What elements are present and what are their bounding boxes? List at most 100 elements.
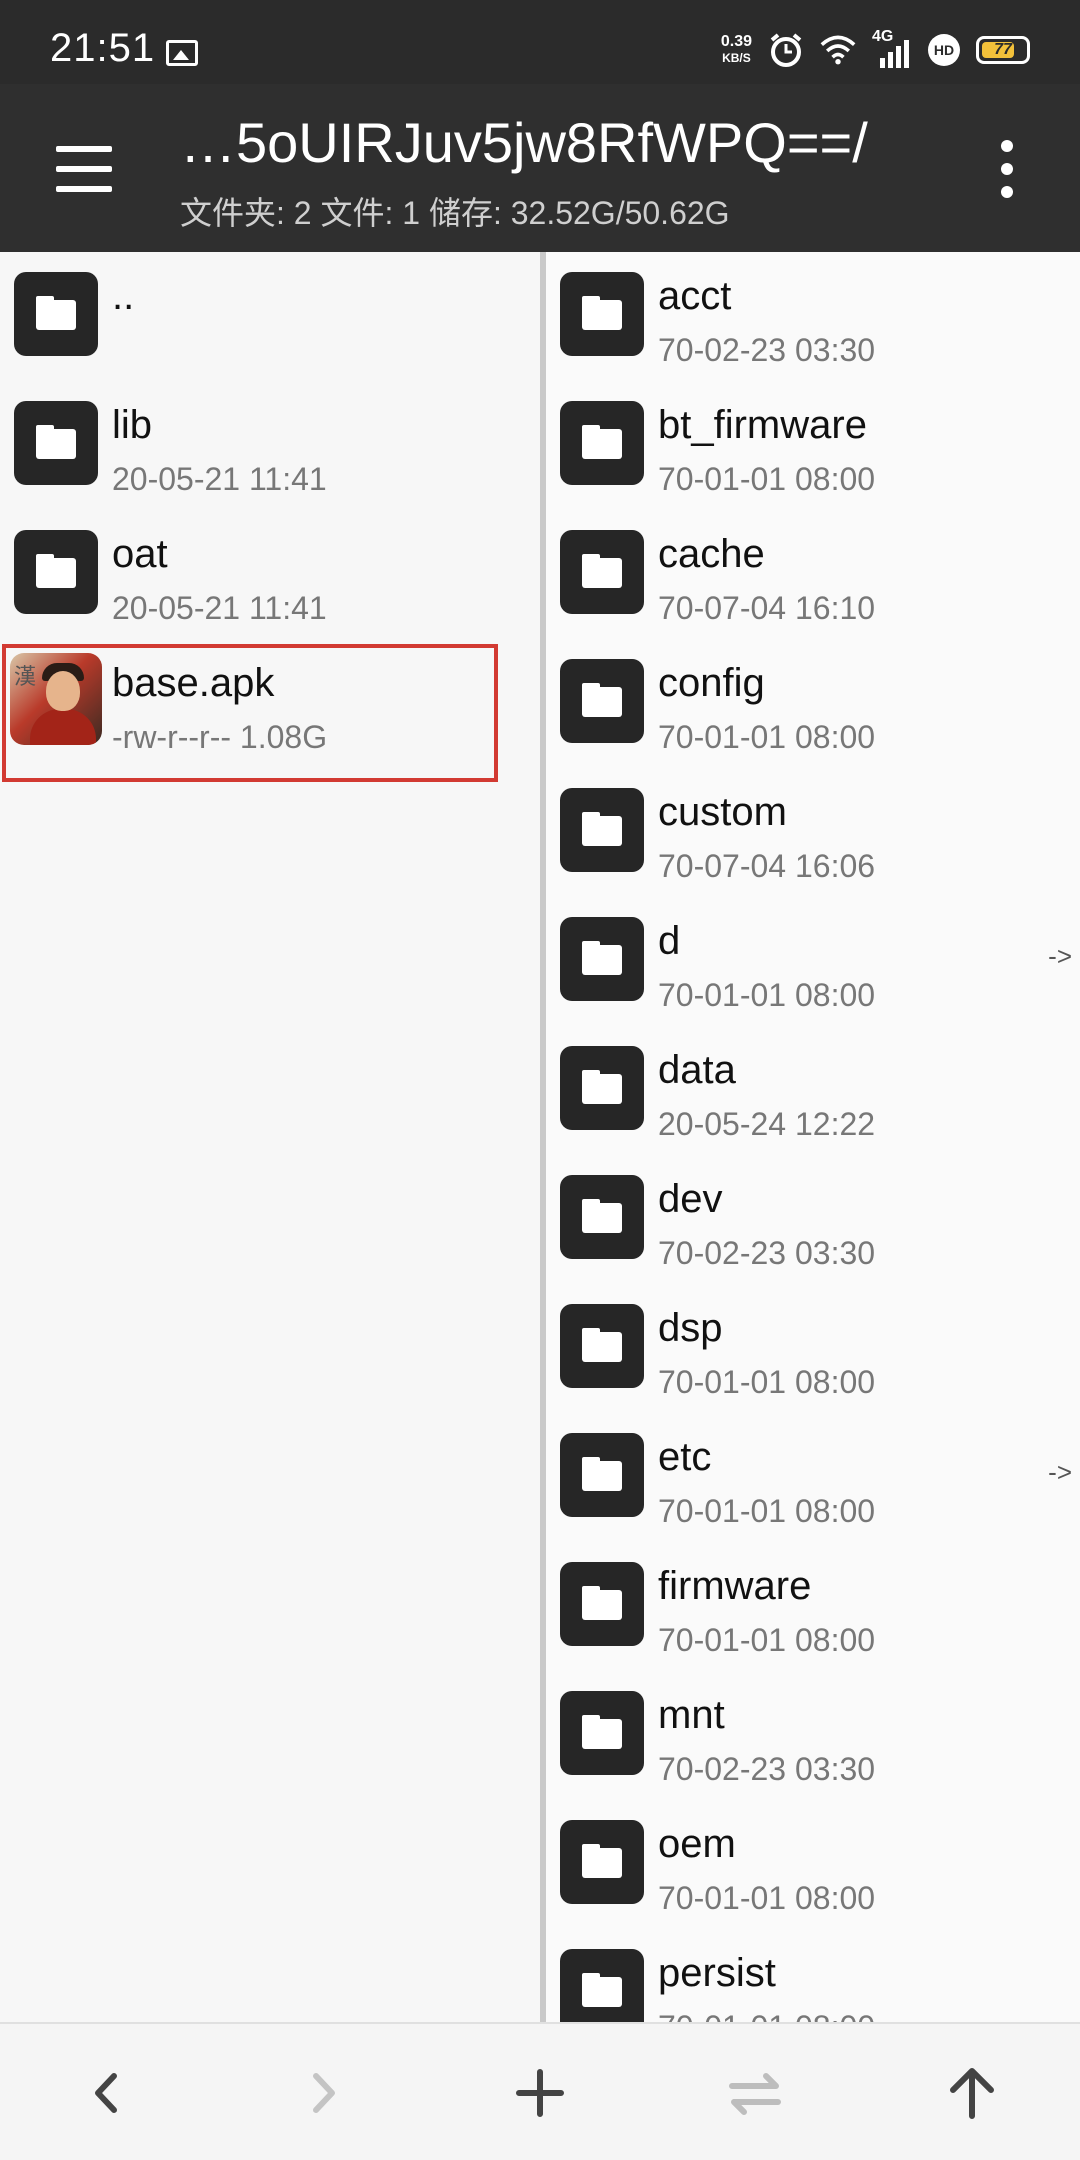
file-list-item[interactable]: bt_firmware 70-01-01 08:00 [546,381,1080,510]
more-vert-icon [1001,140,1013,152]
battery-level: 77 [994,41,1012,58]
file-name: etc [658,1435,712,1479]
file-list-item[interactable]: config 70-01-01 08:00 [546,639,1080,768]
file-name: lib [112,403,153,447]
file-list-item[interactable]: oem 70-01-01 08:00 [546,1800,1080,1929]
file-meta: 70-01-01 08:00 [658,1493,876,1529]
file-meta: 70-01-01 08:00 [658,1622,876,1658]
file-list-item[interactable]: etc 70-01-01 08:00 -> [546,1413,1080,1542]
up-icon [950,2068,994,2119]
more-vert-dot [1001,163,1013,175]
file-name: custom [658,790,787,834]
file-name: persist [658,1951,776,1995]
folder-icon [560,917,644,1001]
file-list-item[interactable]: lib 20-05-21 11:41 [0,381,540,510]
selection-highlight [2,644,498,782]
folder-icon [14,530,98,614]
signal-icon: 4G [872,28,912,68]
back-icon [95,2073,117,2113]
folder-icon [560,788,644,872]
forward-icon [313,2073,335,2113]
folder-icon [560,1433,644,1517]
right-file-pane[interactable]: acct 70-02-23 03:30 bt_firmware 70-01-01 08… [540,252,1080,2022]
file-meta: 70-02-23 03:30 [658,1235,876,1271]
app-bar: …5oUIRJuv5jw8RfWPQ==/ 文件夹: 2 文件: 1 储存: 3… [0,84,1080,252]
file-list-item[interactable]: dsp 70-01-01 08:00 [546,1284,1080,1413]
wifi-icon [820,35,856,65]
current-path[interactable]: …5oUIRJuv5jw8RfWPQ==/ [180,110,868,175]
file-list-item[interactable]: acct 70-02-23 03:30 [546,252,1080,381]
folder-icon [560,272,644,356]
folder-icon [560,1562,644,1646]
more-vert-dot [1001,186,1013,198]
right-file-list: acct 70-02-23 03:30 bt_firmware 70-01-01 08… [546,252,1080,2022]
file-meta: 70-01-01 08:00 [658,977,876,1013]
file-name: mnt [658,1693,725,1737]
file-meta: 70-02-23 03:30 [658,332,876,368]
add-button[interactable] [505,2058,575,2128]
bottom-toolbar [0,2022,1080,2160]
symlink-indicator: -> [1048,941,1072,971]
file-name: bt_firmware [658,403,867,447]
file-name: cache [658,532,765,576]
folder-icon [14,401,98,485]
file-list-item[interactable]: .. [0,252,540,381]
hamburger-icon [56,146,112,152]
folder-icon [560,530,644,614]
folder-icon [560,1949,644,2022]
file-meta: 20-05-21 11:41 [112,461,327,497]
swap-panes-button[interactable] [720,2058,790,2128]
file-list-item[interactable]: firmware 70-01-01 08:00 [546,1542,1080,1671]
file-list-item[interactable]: dev 70-02-23 03:30 [546,1155,1080,1284]
file-name: dev [658,1177,723,1221]
hd-icon: HD [928,34,960,66]
file-meta: 70-07-04 16:10 [658,590,876,626]
file-list-item[interactable]: persist 70-01-01 08:00 [546,1929,1080,2022]
file-name: d [658,919,681,963]
folder-icon [560,659,644,743]
folder-icon [560,1691,644,1775]
status-icons: 0.39 KB/S 4G HD 77 [721,28,1030,70]
folder-icon [560,1820,644,1904]
file-list-item[interactable]: cache 70-07-04 16:10 [546,510,1080,639]
file-meta: 70-01-01 08:00 [658,2009,875,2022]
file-list-item[interactable]: data 20-05-24 12:22 [546,1026,1080,1155]
folder-icon [560,1304,644,1388]
forward-button[interactable] [288,2058,358,2128]
file-meta: 70-07-04 16:06 [658,848,876,884]
file-list-item[interactable]: custom 70-07-04 16:06 [546,768,1080,897]
file-name: oat [112,532,168,576]
file-name: dsp [658,1306,723,1350]
back-button[interactable] [72,2058,142,2128]
folder-icon [560,1046,644,1130]
alarm-icon [770,33,802,67]
overflow-menu-button[interactable] [990,134,1026,204]
file-meta: 70-02-23 03:30 [658,1751,876,1787]
up-directory-button[interactable] [937,2058,1007,2128]
file-meta: 70-01-01 08:00 [658,1364,876,1400]
folder-icon [14,272,98,356]
file-list-item[interactable]: d 70-01-01 08:00 -> [546,897,1080,1026]
hamburger-line [56,166,112,172]
menu-button[interactable] [50,136,116,202]
symlink-indicator: -> [1048,1457,1072,1487]
file-meta: 70-01-01 08:00 [658,1880,876,1916]
file-name: acct [658,274,732,318]
net-speed-value: 0.39 [720,33,752,50]
left-file-pane[interactable]: .. lib 20-05-21 11:41 oat 20-05-21 11:41 漢 bas… [0,252,540,2022]
storage-summary: 文件夹: 2 文件: 1 储存: 32.52G/50.62G [180,195,730,231]
file-list-item[interactable]: oat 20-05-21 11:41 [0,510,540,639]
net-speed: 0.39 KB/S [721,34,752,66]
file-name: data [658,1048,736,1092]
folder-icon [560,1175,644,1259]
file-name: .. [112,274,135,318]
file-name: config [658,661,765,705]
file-meta: 20-05-24 12:22 [658,1106,876,1142]
file-list-item[interactable]: mnt 70-02-23 03:30 [546,1671,1080,1800]
file-meta: 20-05-21 11:41 [112,590,327,626]
status-time: 21:51 [50,26,156,70]
file-meta: 70-01-01 08:00 [658,719,876,755]
image-icon [166,40,198,66]
net-speed-unit: KB/S [722,51,751,65]
file-meta: 70-01-01 08:00 [658,461,876,497]
